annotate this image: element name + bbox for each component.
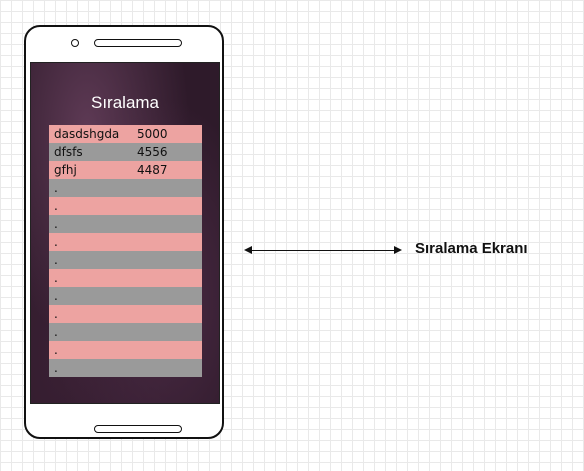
screen-title: Sıralama [90,93,160,112]
player-name: . [54,199,58,213]
home-bar[interactable] [94,425,182,433]
player-score: 4556 [137,145,168,159]
camera-icon [71,39,79,47]
ranking-row[interactable]: dfsfs 4556 [49,143,202,161]
player-name: . [54,307,58,321]
speaker-slot [94,39,182,47]
player-name: . [54,235,58,249]
player-name: . [54,181,58,195]
player-name: . [54,253,58,267]
phone-screen: Sıralama dasdshgda 5000 dfsfs 4556 gfhj 4487.… [30,62,220,404]
player-name: . [54,325,58,339]
player-name: dasdshgda [54,127,120,141]
ranking-list: dasdshgda 5000 dfsfs 4556 gfhj 4487..........… [49,125,202,377]
ranking-row[interactable]: . [49,359,202,377]
ranking-row[interactable]: . [49,341,202,359]
player-name: . [54,343,58,357]
ranking-row[interactable]: . [49,287,202,305]
player-name: . [54,217,58,231]
double-arrow-icon [244,246,402,254]
ranking-row[interactable]: . [49,197,202,215]
ranking-row[interactable]: . [49,251,202,269]
player-score: 4487 [137,163,168,177]
annotation-label: Sıralama Ekranı [415,240,528,257]
ranking-row[interactable]: . [49,305,202,323]
ranking-row[interactable]: . [49,233,202,251]
player-name: . [54,271,58,285]
ranking-row[interactable]: . [49,323,202,341]
player-score: 5000 [137,127,168,141]
ranking-row[interactable]: dasdshgda 5000 [49,125,202,143]
player-name: . [54,361,58,375]
ranking-row[interactable]: . [49,269,202,287]
ranking-row[interactable]: gfhj 4487 [49,161,202,179]
player-name: . [54,289,58,303]
ranking-row[interactable]: . [49,179,202,197]
player-name: gfhj [54,163,77,177]
player-name: dfsfs [54,145,83,159]
ranking-row[interactable]: . [49,215,202,233]
